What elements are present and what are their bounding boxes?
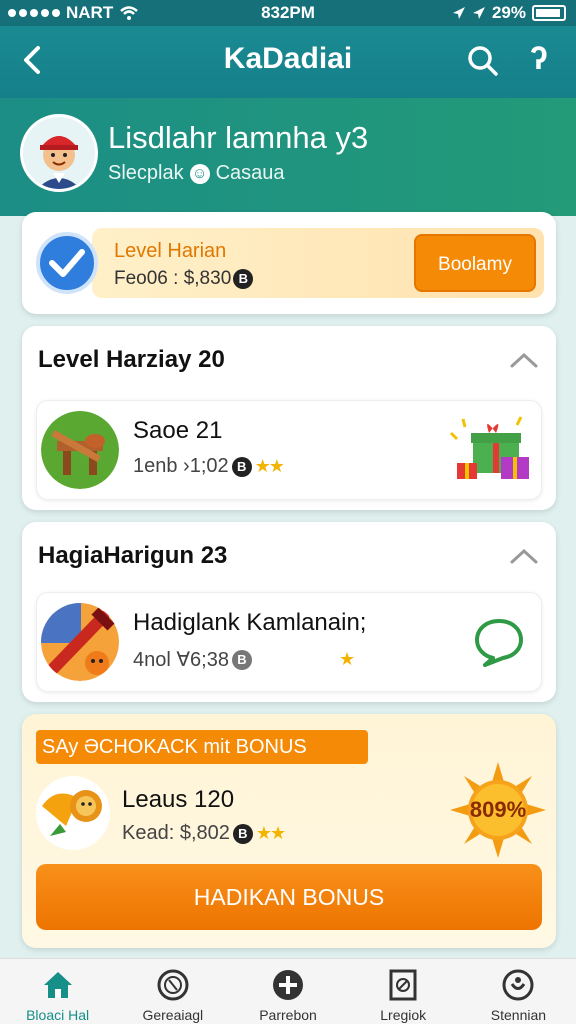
- item-subtitle: 1enb ›1;02 B ★★: [133, 455, 285, 478]
- help-icon: ʔ: [530, 40, 548, 76]
- tab-globe[interactable]: Gereaiagl: [115, 959, 230, 1024]
- section-title: Level Harziay 20: [38, 346, 225, 373]
- level-action-button[interactable]: Boolamy: [414, 234, 536, 292]
- profile-header: Lisdlahr lamnha y3 Slecplak ☺ Casaua: [0, 98, 576, 216]
- hammer-icon: [41, 603, 119, 681]
- level-subtitle-text: Feo06 : $,830: [114, 268, 232, 289]
- home-icon: [43, 972, 72, 998]
- level-subtitle: Feo06 : $,830 B: [114, 268, 254, 290]
- bonus-action-button[interactable]: HADIKAN BONUS: [36, 864, 542, 930]
- bonus-card: SAy ƏCHOKACK mit BONUS Leaus 120 Kead: $…: [22, 714, 556, 948]
- profile-name: Lisdlahr lamnha y3: [108, 120, 369, 155]
- tab-label: Gereaiagl: [142, 1007, 204, 1023]
- stars-icon: ★★: [255, 823, 286, 843]
- plus-circle-icon: [273, 970, 303, 1000]
- location-arrow-icon-2: [472, 7, 485, 19]
- coin-icon: B: [231, 649, 252, 670]
- coin-icon: B: [233, 269, 254, 289]
- smile-icon: ☺: [189, 163, 210, 184]
- section-title: HagiaHarigun 23: [38, 542, 228, 569]
- chevron-up-icon[interactable]: [508, 350, 540, 370]
- help-button[interactable]: ʔ: [530, 40, 548, 77]
- level-title: Level Harian: [114, 240, 227, 262]
- lion-icon: [36, 776, 110, 850]
- bonus-subtitle-text: Kead: $,802: [122, 822, 230, 844]
- avatar-boy-icon: [23, 117, 95, 189]
- list-item[interactable]: Hadiglank Kamlanain; 4nol ∀6;38 B ★: [36, 592, 542, 692]
- check-badge-icon: [36, 232, 98, 294]
- tab-add[interactable]: Parrebon: [230, 959, 345, 1024]
- bonus-subtitle: Kead: $,802 B ★★: [122, 822, 286, 845]
- search-icon: [468, 46, 498, 76]
- chevron-up-icon[interactable]: [508, 546, 540, 566]
- battery-percent: 29%: [491, 3, 526, 22]
- chat-bubble-icon[interactable]: [473, 617, 525, 667]
- search-button[interactable]: [466, 44, 500, 83]
- item-subtitle-text: 1enb ›1;02: [133, 455, 229, 477]
- tab-home[interactable]: Bloaci Hal: [0, 959, 115, 1024]
- wood-sign-icon: [41, 411, 119, 489]
- battery-icon: [532, 5, 566, 21]
- coin-icon: B: [231, 456, 252, 477]
- top-nav-bar: KaDadiai ʔ: [0, 26, 576, 98]
- list-item[interactable]: Saoe 21 1enb ›1;02 B ★★: [36, 400, 542, 500]
- globe-icon: [157, 969, 189, 1001]
- gift-icon: [449, 416, 529, 479]
- profile-subtitle-right: Casaua: [215, 162, 285, 184]
- tab-label: Stennian: [490, 1007, 547, 1023]
- level-banner-card: Level Harian Feo06 : $,830 B Boolamy: [22, 212, 556, 314]
- tab-label: Parrebon: [259, 1007, 317, 1023]
- sun-badge: 809%: [450, 762, 546, 858]
- location-arrow-icon: [452, 7, 465, 19]
- level-section-card: Level Harziay 20 Saoe 21 1enb ›1;02 B ★★: [22, 326, 556, 510]
- document-icon: [389, 969, 417, 1001]
- profile-subtitle-left: Slecplak: [108, 162, 184, 184]
- item-title: Hadiglank Kamlanain;: [133, 609, 367, 636]
- bottom-tab-bar: Bloaci Hal Gereaiagl Parrebon Lregiok St…: [0, 958, 576, 1024]
- tab-label: Lregiok: [380, 1007, 427, 1023]
- tab-label: Bloaci Hal: [26, 1007, 90, 1023]
- status-right: 29%: [452, 3, 566, 23]
- item-title: Saoe 21: [133, 417, 223, 444]
- coin-icon: B: [232, 823, 253, 844]
- status-bar: NART 832PM 29%: [0, 0, 576, 26]
- item-subtitle: 4nol ∀6;38 B ★: [133, 647, 355, 672]
- settings-icon: [502, 969, 534, 1001]
- bonus-title: Leaus 120: [122, 786, 235, 813]
- tab-settings[interactable]: Stennian: [461, 959, 576, 1024]
- star-icon: ★: [338, 649, 355, 669]
- tab-document[interactable]: Lregiok: [346, 959, 461, 1024]
- bonus-ribbon: SAy ƏCHOKACK mit BONUS: [36, 730, 368, 764]
- sun-badge-text: 809%: [469, 797, 527, 822]
- reward-section-card: HagiaHarigun 23 Hadiglank Kamlanain; 4no…: [22, 522, 556, 702]
- stars-icon: ★★: [254, 456, 285, 476]
- profile-subtitle: Slecplak ☺ Casaua: [108, 162, 285, 185]
- avatar[interactable]: [20, 114, 98, 192]
- item-subtitle-text: 4nol ∀6;38: [133, 649, 229, 671]
